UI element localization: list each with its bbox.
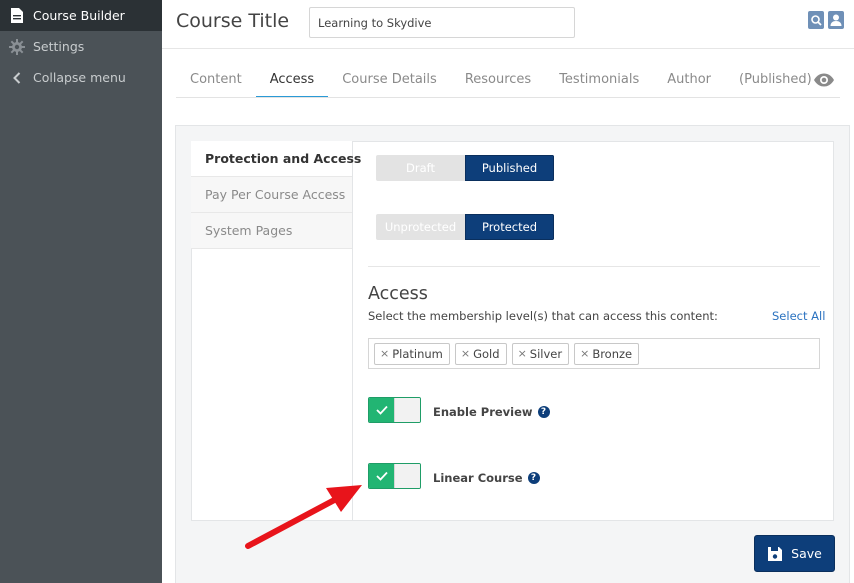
tag-label: Silver — [529, 346, 563, 361]
enable-preview-text: Enable Preview — [433, 405, 533, 419]
tab-course-details[interactable]: Course Details — [328, 60, 451, 98]
subnav-pay-per-course-access[interactable]: Pay Per Course Access — [191, 177, 352, 213]
subnav-protection-and-access[interactable]: Protection and Access — [191, 141, 361, 177]
enable-preview-label: Enable Preview ? — [433, 405, 550, 419]
membership-tag-platinum: × Platinum — [374, 342, 450, 365]
access-subnav: Protection and Access Pay Per Course Acc… — [191, 141, 361, 521]
membership-tag-silver: × Silver — [511, 342, 570, 365]
tag-label: Gold — [473, 346, 500, 361]
linear-course-toggle[interactable] — [368, 463, 421, 489]
linear-course-text: Linear Course — [433, 471, 523, 485]
gear-icon — [9, 38, 25, 55]
header-divider — [162, 48, 854, 49]
sidebar-item-label: Collapse menu — [33, 70, 126, 85]
save-button[interactable]: Save — [754, 535, 835, 572]
tab-author[interactable]: Author — [653, 60, 725, 98]
toggle-knob — [394, 398, 420, 422]
checkmark-icon — [376, 471, 388, 481]
section-divider — [368, 266, 820, 267]
sidebar-item-course-builder[interactable]: Course Builder — [0, 0, 162, 31]
checkmark-icon — [376, 405, 388, 415]
floppy-disk-icon — [768, 546, 783, 561]
sidebar-item-settings[interactable]: Settings — [0, 31, 162, 62]
publish-status-toggle: Draft Published — [376, 155, 554, 181]
sidebar-item-collapse[interactable]: Collapse menu — [0, 62, 162, 93]
unprotected-option[interactable]: Unprotected — [376, 214, 465, 240]
draft-option[interactable]: Draft — [376, 155, 465, 181]
sidebar-item-label: Settings — [33, 39, 85, 54]
protected-option[interactable]: Protected — [465, 214, 554, 240]
tab-access[interactable]: Access — [255, 60, 329, 98]
protection-toggle: Unprotected Protected — [376, 214, 554, 240]
subnav-system-pages[interactable]: System Pages — [191, 213, 352, 249]
published-option[interactable]: Published — [465, 155, 554, 181]
tag-label: Platinum — [392, 346, 443, 361]
remove-tag-icon[interactable]: × — [380, 347, 389, 360]
toggle-knob — [394, 464, 420, 488]
membership-tag-gold: × Gold — [454, 342, 507, 365]
eye-icon[interactable] — [813, 72, 835, 92]
header-icons — [808, 11, 844, 29]
access-heading: Access — [368, 284, 428, 304]
page-title: Course Title — [176, 10, 290, 32]
user-page-icon[interactable] — [828, 11, 844, 29]
toggle-on-track — [369, 464, 395, 488]
save-button-label: Save — [791, 546, 822, 561]
tag-label: Bronze — [592, 346, 633, 361]
tab-testimonials[interactable]: Testimonials — [545, 60, 653, 98]
membership-levels-input[interactable]: × Platinum × Gold × Silver × Bronze — [368, 338, 820, 369]
access-description: Select the membership level(s) that can … — [368, 309, 718, 323]
red-annotation-arrow-icon — [245, 485, 362, 549]
toggle-on-track — [369, 398, 395, 422]
tab-resources[interactable]: Resources — [451, 60, 545, 98]
linear-course-label: Linear Course ? — [433, 471, 540, 485]
membership-tag-bronze: × Bronze — [574, 342, 640, 365]
tab-content[interactable]: Content — [176, 60, 256, 98]
search-page-icon[interactable] — [808, 11, 824, 29]
enable-preview-toggle[interactable] — [368, 397, 421, 423]
tab-bar: Content Access Course Details Resources … — [176, 60, 826, 98]
remove-tag-icon[interactable]: × — [580, 347, 589, 360]
remove-tag-icon[interactable]: × — [518, 347, 527, 360]
sidebar-item-label: Course Builder — [33, 8, 125, 23]
help-icon[interactable]: ? — [527, 472, 540, 484]
chevron-left-icon — [9, 70, 25, 86]
tab-published-status[interactable]: (Published) — [725, 60, 826, 98]
course-title-input[interactable] — [309, 7, 575, 38]
remove-tag-icon[interactable]: × — [461, 347, 470, 360]
help-icon[interactable]: ? — [537, 406, 550, 418]
sidebar: Course Builder Settings Collapse menu — [0, 0, 162, 583]
select-all-link[interactable]: Select All — [772, 309, 825, 323]
tabs-underline — [176, 97, 840, 98]
document-icon — [9, 8, 25, 24]
